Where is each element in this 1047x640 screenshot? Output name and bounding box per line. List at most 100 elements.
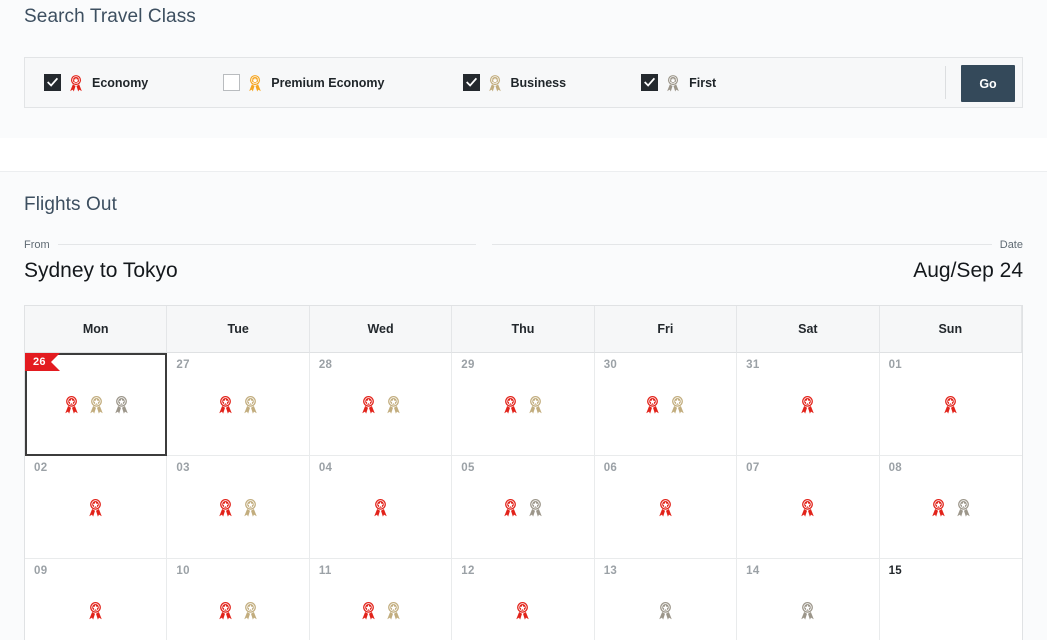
calendar-day-cell[interactable]: 04 xyxy=(309,456,453,559)
calendar-day-cell[interactable]: 15 xyxy=(879,559,1022,640)
calendar-day-cell[interactable]: 11 xyxy=(309,559,453,640)
medal-ribbon-icon-business xyxy=(386,601,401,620)
calendar-class-availability-icons xyxy=(737,395,878,414)
date-label: Date xyxy=(999,238,1023,251)
calendar-weekday-header: Sun xyxy=(879,306,1022,353)
calendar-class-availability-icons xyxy=(595,601,736,620)
calendar-day-cell[interactable]: 28 xyxy=(309,353,453,456)
calendar-class-availability-icons xyxy=(310,395,451,414)
calendar-day-cell[interactable]: 02 xyxy=(25,456,168,559)
medal-ribbon-icon-first xyxy=(956,498,971,517)
calendar-weekday-header: Sat xyxy=(737,306,880,353)
calendar-class-availability-icons xyxy=(310,601,451,620)
travel-class-label: Economy xyxy=(92,75,149,90)
checkbox-premium-economy[interactable] xyxy=(223,74,241,91)
calendar-day-cell[interactable]: 29 xyxy=(452,353,595,456)
calendar-class-availability-icons xyxy=(452,601,593,620)
calendar-weekday-header: Thu xyxy=(452,306,595,353)
calendar-day-number: 11 xyxy=(318,565,332,577)
calendar-class-availability-icons xyxy=(737,601,878,620)
calendar-class-availability-icons xyxy=(167,498,308,517)
medal-ribbon-icon-first xyxy=(658,601,673,620)
calendar-class-availability-icons xyxy=(310,498,451,517)
travel-class-option-first[interactable]: First xyxy=(641,58,716,107)
meta-rule-right xyxy=(491,244,992,245)
calendar-class-availability-icons xyxy=(25,498,166,517)
travel-class-panel: Economy Premium Economy Business First Go xyxy=(24,57,1023,108)
medal-ribbon-icon-business xyxy=(89,395,104,414)
calendar-day-cell[interactable]: 10 xyxy=(167,559,310,640)
calendar-day-cell[interactable]: 07 xyxy=(737,456,880,559)
medal-ribbon-icon-economy xyxy=(658,498,673,517)
medal-ribbon-icon-business xyxy=(670,395,685,414)
calendar-day-cell[interactable]: 30 xyxy=(594,353,738,456)
calendar-day-number: 31 xyxy=(746,359,760,371)
medal-ribbon-icon-economy xyxy=(218,601,233,620)
route-meta-row: From Date xyxy=(24,238,1023,251)
calendar-day-cell[interactable]: 13 xyxy=(594,559,738,640)
calendar-weekday-header: Wed xyxy=(309,306,453,353)
calendar-day-cell[interactable]: 31 xyxy=(737,353,880,456)
flights-out-section: Flights Out From Date Sydney to Tokyo Au… xyxy=(0,172,1047,640)
calendar-day-number: 02 xyxy=(34,462,48,474)
calendar-class-availability-icons xyxy=(452,395,593,414)
medal-ribbon-icon-economy xyxy=(218,498,233,517)
medal-ribbon-icon-business xyxy=(528,395,543,414)
route-summary: Sydney to Tokyo Aug/Sep 24 xyxy=(24,259,1023,283)
calendar-day-number: 06 xyxy=(603,462,618,474)
travel-class-option-economy[interactable]: Economy xyxy=(44,58,148,107)
calendar-weekday-header: Fri xyxy=(594,306,738,353)
calendar-day-cell[interactable]: 05 xyxy=(452,456,595,559)
medal-ribbon-icon-economy xyxy=(800,395,815,414)
flag-point xyxy=(50,353,60,371)
calendar-day-number: 10 xyxy=(176,565,190,577)
checkbox-economy[interactable] xyxy=(44,74,61,91)
medal-ribbon-icon-business xyxy=(243,601,258,620)
panel-divider xyxy=(945,66,946,99)
medal-ribbon-icon-economy xyxy=(88,498,103,517)
calendar-class-availability-icons xyxy=(452,498,593,517)
from-label: From xyxy=(24,238,50,251)
travel-class-option-business[interactable]: Business xyxy=(462,58,566,107)
calendar-day-cell[interactable]: 14 xyxy=(737,559,880,640)
calendar-day-cell[interactable]: 08 xyxy=(879,456,1022,559)
go-button[interactable]: Go xyxy=(961,65,1015,102)
medal-ribbon-icon xyxy=(69,74,83,92)
calendar-weekday-header: Mon xyxy=(25,306,168,353)
travel-class-label: Premium Economy xyxy=(271,75,385,90)
search-travel-class-section: Search Travel Class Economy Premium Econo… xyxy=(0,0,1047,139)
medal-ribbon-icon-economy xyxy=(503,395,518,414)
medal-ribbon-icon-economy xyxy=(503,498,518,517)
checkbox-first[interactable] xyxy=(641,74,659,91)
travel-class-label: First xyxy=(689,75,717,90)
calendar-day-number: 08 xyxy=(888,462,902,474)
medal-ribbon-icon-economy xyxy=(361,601,376,620)
medal-ribbon-icon xyxy=(488,74,502,92)
calendar-class-availability-icons xyxy=(595,498,736,517)
checkbox-business[interactable] xyxy=(462,74,480,91)
calendar-day-number: 30 xyxy=(603,359,618,371)
medal-ribbon-icon-business xyxy=(386,395,401,414)
calendar-day-cell[interactable]: 03 xyxy=(167,456,310,559)
travel-class-option-premium-economy[interactable]: Premium Economy xyxy=(223,58,385,107)
medal-ribbon-icon-economy xyxy=(645,395,660,414)
calendar-day-number: 01 xyxy=(888,359,902,371)
calendar-class-availability-icons xyxy=(880,395,1022,414)
calendar-day-cell[interactable]: 27 xyxy=(167,353,310,456)
calendar-day-number: 27 xyxy=(176,359,190,371)
medal-ribbon-icon-economy xyxy=(943,395,958,414)
calendar-day-cell[interactable]: 06 xyxy=(594,456,738,559)
calendar-day-cell[interactable]: 09 xyxy=(25,559,168,640)
selected-day-flag-label: 26 xyxy=(25,353,60,371)
calendar-day-cell[interactable]: 01 xyxy=(879,353,1022,456)
page-title: Search Travel Class xyxy=(24,6,196,27)
calendar-day-cell[interactable]: 26 xyxy=(25,353,168,456)
calendar-class-availability-icons xyxy=(25,601,166,620)
medal-ribbon-icon xyxy=(248,74,262,92)
calendar-day-number: 14 xyxy=(746,565,760,577)
route-value: Sydney to Tokyo xyxy=(24,259,178,282)
calendar-class-availability-icons xyxy=(27,395,165,414)
medal-ribbon-icon xyxy=(666,74,680,92)
calendar-day-cell[interactable]: 12 xyxy=(452,559,595,640)
calendar-class-availability-icons xyxy=(880,498,1022,517)
